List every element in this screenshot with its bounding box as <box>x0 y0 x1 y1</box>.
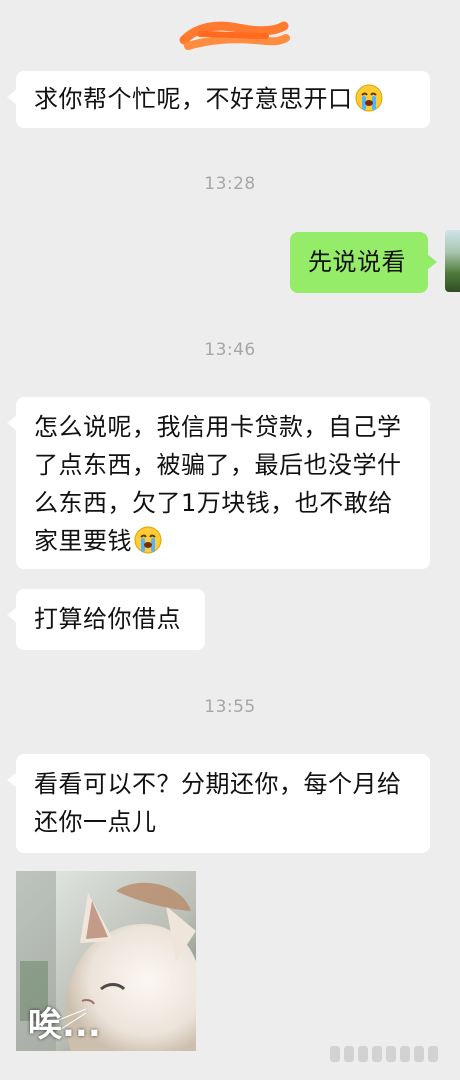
message-text: 先说说看 <box>308 248 406 276</box>
message-text: 打算给你借点 <box>34 605 181 633</box>
message-line: 看看可以不？分期还你，每个月给 <box>34 770 402 798</box>
timestamp: 13:55 <box>204 697 256 717</box>
message-line: 么东西，欠了1万块钱，也不敢给 <box>34 489 393 517</box>
message-bubble-received[interactable]: 打算给你借点 <box>7 589 205 650</box>
redacted-title-scribble-icon <box>179 21 290 50</box>
message-line: 家里要钱 <box>34 527 132 555</box>
message-bubble-received[interactable]: 求你帮个忙呢，不好意思开口 <box>7 71 430 128</box>
sad-cat-sticker[interactable]: 唉... <box>16 871 196 1051</box>
sticker-caption: 唉... <box>28 1005 101 1045</box>
message-line: 怎么说呢，我信用卡贷款，自己学 <box>34 413 402 441</box>
message-bubble-received[interactable]: 看看可以不？分期还你，每个月给 还你一点儿 <box>7 754 430 853</box>
message-line: 了点东西，被骗了，最后也没学什 <box>34 451 402 479</box>
crying-face-emoji-icon <box>134 526 162 554</box>
crying-face-emoji-icon <box>355 84 382 112</box>
message-bubble-received[interactable]: 怎么说呢，我信用卡贷款，自己学 了点东西，被骗了，最后也没学什 么东西，欠了1万… <box>7 397 430 569</box>
message-text: 求你帮个忙呢，不好意思开口 <box>34 85 353 113</box>
message-bubble-sent[interactable]: 先说说看 <box>290 232 437 293</box>
watermark <box>330 1046 448 1068</box>
user-avatar[interactable] <box>445 230 460 292</box>
timestamp: 13:28 <box>204 174 256 194</box>
chat-header <box>0 0 460 70</box>
message-line: 还你一点儿 <box>34 808 157 836</box>
timestamp: 13:46 <box>204 340 256 360</box>
